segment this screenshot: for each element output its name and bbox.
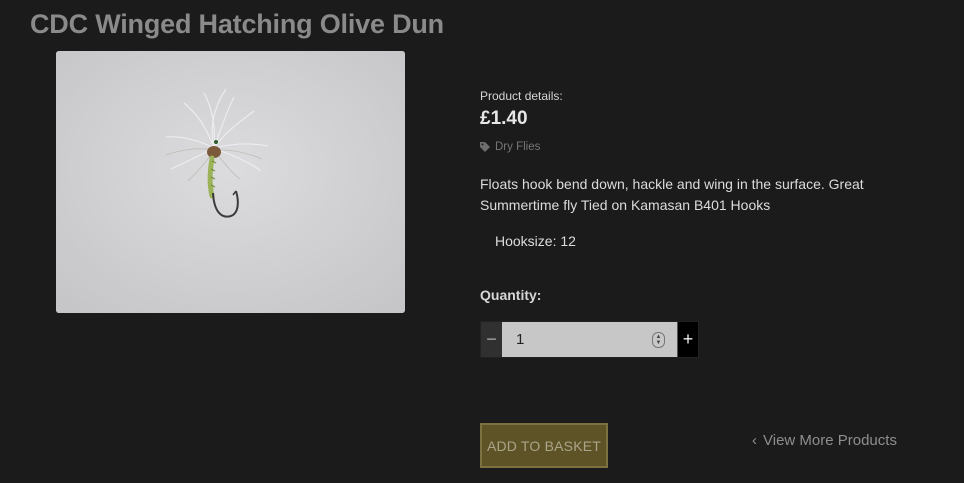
product-details-label: Product details: [480, 89, 563, 103]
quantity-input[interactable]: 1 ▲ ▼ [502, 322, 677, 357]
view-more-products-link[interactable]: ‹ View More Products [752, 432, 897, 449]
tag-icon [480, 142, 490, 152]
add-to-basket-button[interactable]: ADD TO BASKET [480, 423, 608, 468]
minus-icon: − [486, 329, 497, 349]
product-hooksize: Hooksize: 12 [495, 233, 576, 249]
view-more-label: View More Products [763, 432, 897, 449]
quantity-stepper: − 1 ▲ ▼ + [480, 321, 699, 358]
category-link[interactable]: Dry Flies [495, 141, 540, 153]
chevron-left-icon: ‹ [752, 432, 757, 449]
quantity-value: 1 [516, 331, 525, 348]
product-title: CDC Winged Hatching Olive Dun [30, 9, 444, 39]
quantity-label: Quantity: [480, 287, 542, 303]
product-category[interactable]: Dry Flies [480, 141, 540, 153]
product-price: £1.40 [480, 108, 528, 129]
quantity-decrease-button[interactable]: − [481, 322, 502, 357]
product-description: Floats hook bend down, hackle and wing i… [480, 176, 864, 213]
fly-photo [56, 51, 405, 313]
spinner-arrows-icon[interactable]: ▲ ▼ [652, 332, 665, 348]
plus-icon: + [682, 329, 694, 349]
product-image[interactable] [56, 51, 405, 313]
quantity-increase-button[interactable]: + [677, 322, 698, 357]
product-page: CDC Winged Hatching Olive Dun Product de… [0, 0, 964, 483]
